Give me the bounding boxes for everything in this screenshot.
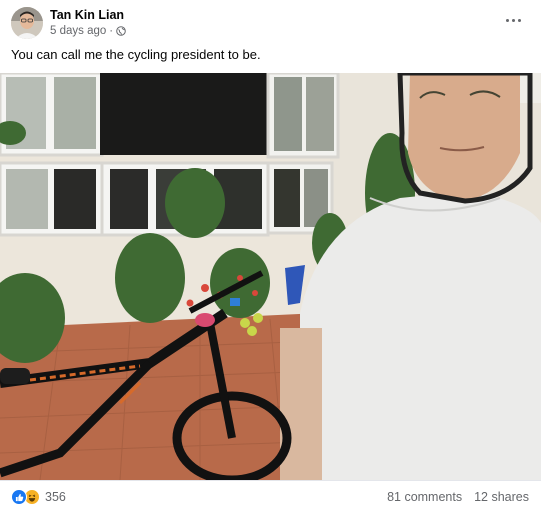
- post-meta: 5 days ago ·: [50, 25, 126, 37]
- author-avatar[interactable]: [11, 7, 43, 39]
- man-with-bicycle-photo[interactable]: [0, 73, 541, 480]
- shares-count-link[interactable]: 12 shares: [474, 490, 529, 504]
- post-header: Tan Kin Lian 5 days ago ·: [0, 0, 541, 44]
- reaction-count: 356: [45, 490, 66, 504]
- comments-count-link[interactable]: 81 comments: [387, 490, 462, 504]
- post-timestamp[interactable]: 5 days ago: [50, 25, 106, 37]
- like-reaction-icon: [11, 489, 27, 505]
- reactions-summary[interactable]: 356: [11, 489, 66, 505]
- post-footer: 356 81 comments 12 shares: [0, 480, 541, 512]
- meta-separator: ·: [109, 25, 114, 37]
- engagement-counts: 81 comments 12 shares: [387, 490, 529, 504]
- more-options-icon[interactable]: [501, 10, 525, 30]
- globe-icon[interactable]: [116, 26, 126, 36]
- author-name[interactable]: Tan Kin Lian: [50, 8, 124, 22]
- post-caption: You can call me the cycling president to…: [11, 47, 261, 62]
